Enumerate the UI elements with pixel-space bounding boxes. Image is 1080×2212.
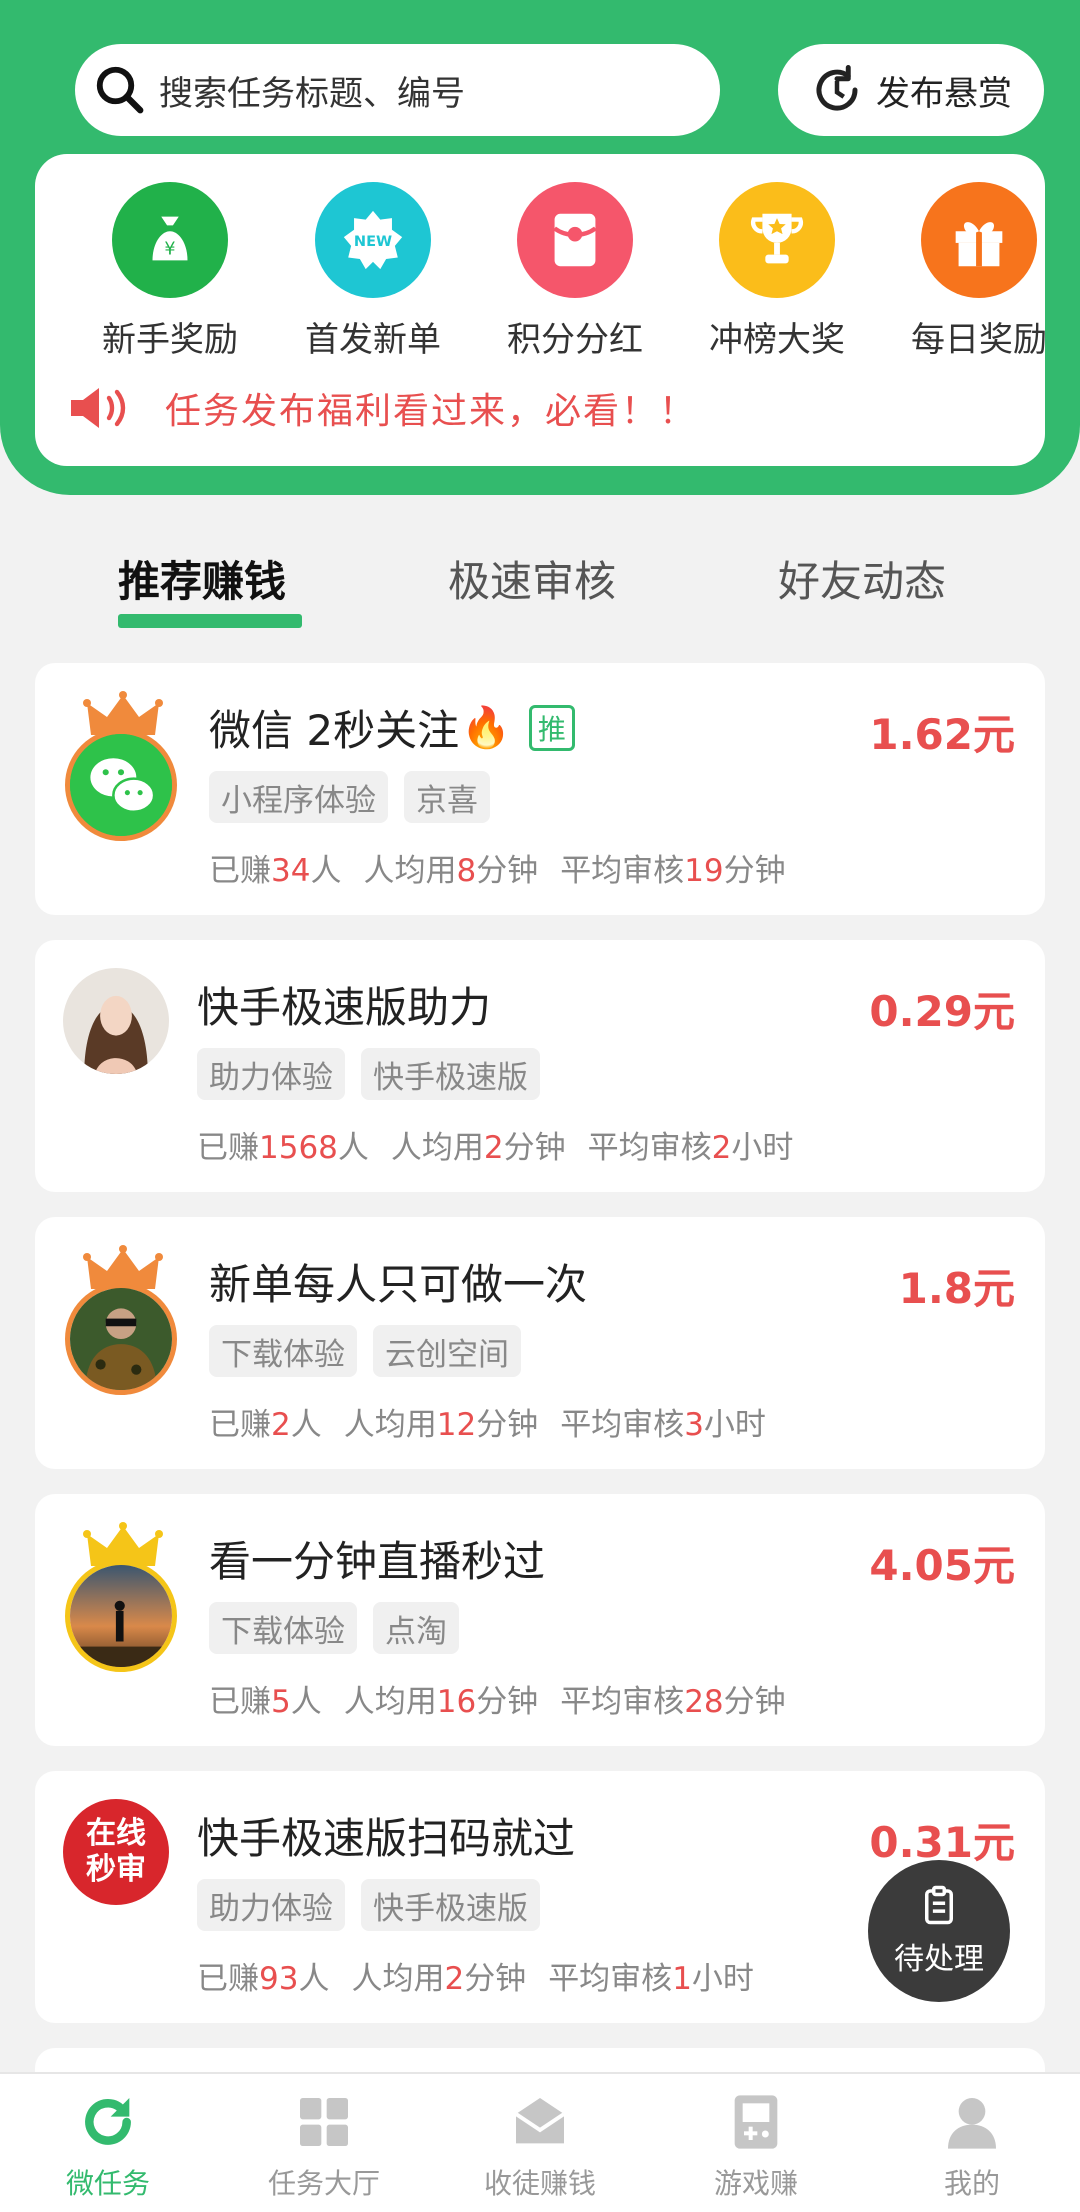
nav-label: 微任务 bbox=[65, 2167, 150, 2200]
task-title: 看一分钟直播秒过 bbox=[209, 1537, 546, 1586]
user-avatar bbox=[65, 1560, 177, 1672]
quick-entry-label: 积分分红 bbox=[507, 320, 643, 360]
task-tag: 云创空间 bbox=[373, 1325, 521, 1377]
gift-icon bbox=[921, 182, 1037, 298]
task-tag: 助力体验 bbox=[197, 1879, 345, 1931]
quick-entry-label: 新手奖励 bbox=[102, 320, 238, 360]
task-price: 4.05元 bbox=[869, 1541, 1015, 1590]
task-title: 快手极速版扫码就过 bbox=[197, 1814, 576, 1863]
notice-text: 任务发布福利看过来，必看！！ bbox=[165, 391, 698, 432]
tab-recommended[interactable]: 推荐赚钱 bbox=[118, 548, 286, 609]
task-tag: 快手极速版 bbox=[361, 1879, 540, 1931]
task-stats: 已赚5人 人均用16分钟 平均审核28分钟 bbox=[209, 1684, 786, 1720]
task-title: 微信 2秒关注 🔥 推 bbox=[209, 697, 575, 758]
task-card[interactable]: 快手极速版助力 0.29元 助力体验 快手极速版 已赚1568人 人均用2分钟 平均… bbox=[35, 940, 1045, 1192]
quick-entry-daily[interactable]: 每日奖励 bbox=[889, 182, 1069, 361]
task-tags: 助力体验 快手极速版 bbox=[197, 1048, 540, 1100]
refresh-icon bbox=[816, 65, 858, 111]
user-avatar bbox=[63, 968, 169, 1074]
clipboard-icon bbox=[925, 1885, 953, 1925]
task-title: 快手极速版助力 bbox=[197, 983, 492, 1032]
task-tags: 下载体验 云创空间 bbox=[209, 1325, 521, 1377]
quick-entry-leaderboard[interactable]: 冲榜大奖 bbox=[687, 182, 867, 361]
task-card[interactable]: 看一分钟直播秒过 4.05元 下载体验 点淘 已赚5人 人均用16分钟 平均审核28… bbox=[35, 1494, 1045, 1746]
nav-mine[interactable]: 我的 bbox=[872, 2090, 1072, 2202]
speaker-icon bbox=[71, 388, 126, 428]
money-bag-icon: ¥ bbox=[112, 182, 228, 298]
pending-button[interactable]: 待处理 bbox=[868, 1860, 1010, 2002]
trophy-icon bbox=[719, 182, 835, 298]
task-tag: 小程序体验 bbox=[209, 771, 388, 823]
publish-label: 发布悬赏 bbox=[876, 73, 1012, 114]
search-icon bbox=[96, 66, 144, 114]
quick-entry-label: 冲榜大奖 bbox=[709, 320, 845, 360]
task-title: 新单每人只可做一次 bbox=[209, 1260, 588, 1309]
nav-games[interactable]: 游戏赚 bbox=[656, 2090, 856, 2202]
tab-friends[interactable]: 好友动态 bbox=[778, 548, 946, 609]
notice-banner[interactable]: 任务发布福利看过来，必看！！ bbox=[67, 382, 697, 434]
nav-label: 游戏赚 bbox=[713, 2167, 798, 2200]
task-tag: 点淘 bbox=[373, 1602, 459, 1654]
nav-micro-tasks[interactable]: 微任务 bbox=[8, 2090, 208, 2202]
nav-label: 我的 bbox=[943, 2167, 1000, 2200]
online-review-avatar: 在线秒审 bbox=[63, 1799, 169, 1905]
nav-task-hall[interactable]: 任务大厅 bbox=[224, 2090, 424, 2202]
grid-icon bbox=[300, 2098, 348, 2146]
quick-entry-newbie[interactable]: ¥ 新手奖励 bbox=[80, 182, 260, 361]
new-badge-icon: NEW bbox=[315, 182, 431, 298]
refresh-icon bbox=[85, 2098, 131, 2145]
fire-icon: 🔥 bbox=[461, 705, 511, 751]
category-tabs: 推荐赚钱 极速审核 好友动态 bbox=[0, 548, 1080, 638]
task-card[interactable]: 微信 2秒关注 🔥 推 1.62元 小程序体验 京喜 已赚34人 人均用8分钟 平均审… bbox=[35, 663, 1045, 915]
task-stats: 已赚2人 人均用12分钟 平均审核3小时 bbox=[209, 1407, 766, 1443]
quick-entry-first-order[interactable]: NEW 首发新单 bbox=[283, 182, 463, 361]
active-tab-indicator bbox=[118, 614, 302, 628]
task-tags: 小程序体验 京喜 bbox=[209, 771, 490, 823]
task-tag: 快手极速版 bbox=[361, 1048, 540, 1100]
task-stats: 已赚93人 人均用2分钟 平均审核1小时 bbox=[197, 1961, 754, 1997]
task-tag: 助力体验 bbox=[197, 1048, 345, 1100]
task-tag: 京喜 bbox=[404, 771, 490, 823]
envelope-icon bbox=[514, 2098, 566, 2144]
gamepad-icon bbox=[734, 2095, 778, 2149]
user-avatar bbox=[65, 1283, 177, 1395]
publish-reward-button[interactable]: 发布悬赏 bbox=[778, 44, 1044, 136]
red-envelope-icon bbox=[517, 182, 633, 298]
task-price: 1.8元 bbox=[898, 1264, 1015, 1313]
nav-label: 任务大厅 bbox=[267, 2167, 380, 2200]
quick-entry-label: 首发新单 bbox=[305, 320, 441, 360]
task-stats: 已赚34人 人均用8分钟 平均审核19分钟 bbox=[209, 853, 786, 889]
task-price: 0.29元 bbox=[869, 987, 1015, 1036]
wechat-avatar bbox=[65, 729, 177, 841]
svg-text:NEW: NEW bbox=[354, 233, 392, 250]
bottom-nav: 微任务 任务大厅 收徒赚钱 游戏赚 我的 bbox=[0, 2072, 1080, 2212]
nav-recruit[interactable]: 收徒赚钱 bbox=[440, 2090, 640, 2202]
task-stats: 已赚1568人 人均用2分钟 平均审核2小时 bbox=[197, 1130, 794, 1166]
quick-entry-card: ¥ 新手奖励 NEW 首发新单 积分分红 冲榜大奖 每日奖励 任务发布福利看过来… bbox=[35, 154, 1047, 466]
task-tag: 下载体验 bbox=[209, 1325, 357, 1377]
tab-fast-review[interactable]: 极速审核 bbox=[448, 548, 616, 609]
pending-label: 待处理 bbox=[894, 1942, 984, 1977]
task-tags: 下载体验 点淘 bbox=[209, 1602, 459, 1654]
nav-label: 收徒赚钱 bbox=[483, 2167, 596, 2200]
quick-entry-label: 每日奖励 bbox=[911, 320, 1047, 360]
svg-text:¥: ¥ bbox=[164, 240, 175, 260]
search-placeholder: 搜索任务标题、编号 bbox=[159, 73, 465, 114]
quick-entry-points-dividend[interactable]: 积分分红 bbox=[485, 182, 665, 361]
task-card[interactable]: 新单每人只可做一次 1.8元 下载体验 云创空间 已赚2人 人均用12分钟 平均审核… bbox=[35, 1217, 1045, 1469]
recommend-badge: 推 bbox=[528, 704, 575, 751]
search-bar[interactable]: 搜索任务标题、编号 bbox=[75, 44, 720, 136]
task-tag: 下载体验 bbox=[209, 1602, 357, 1654]
user-icon bbox=[948, 2098, 996, 2149]
task-price: 1.62元 bbox=[869, 710, 1015, 759]
task-tags: 助力体验 快手极速版 bbox=[197, 1879, 540, 1931]
